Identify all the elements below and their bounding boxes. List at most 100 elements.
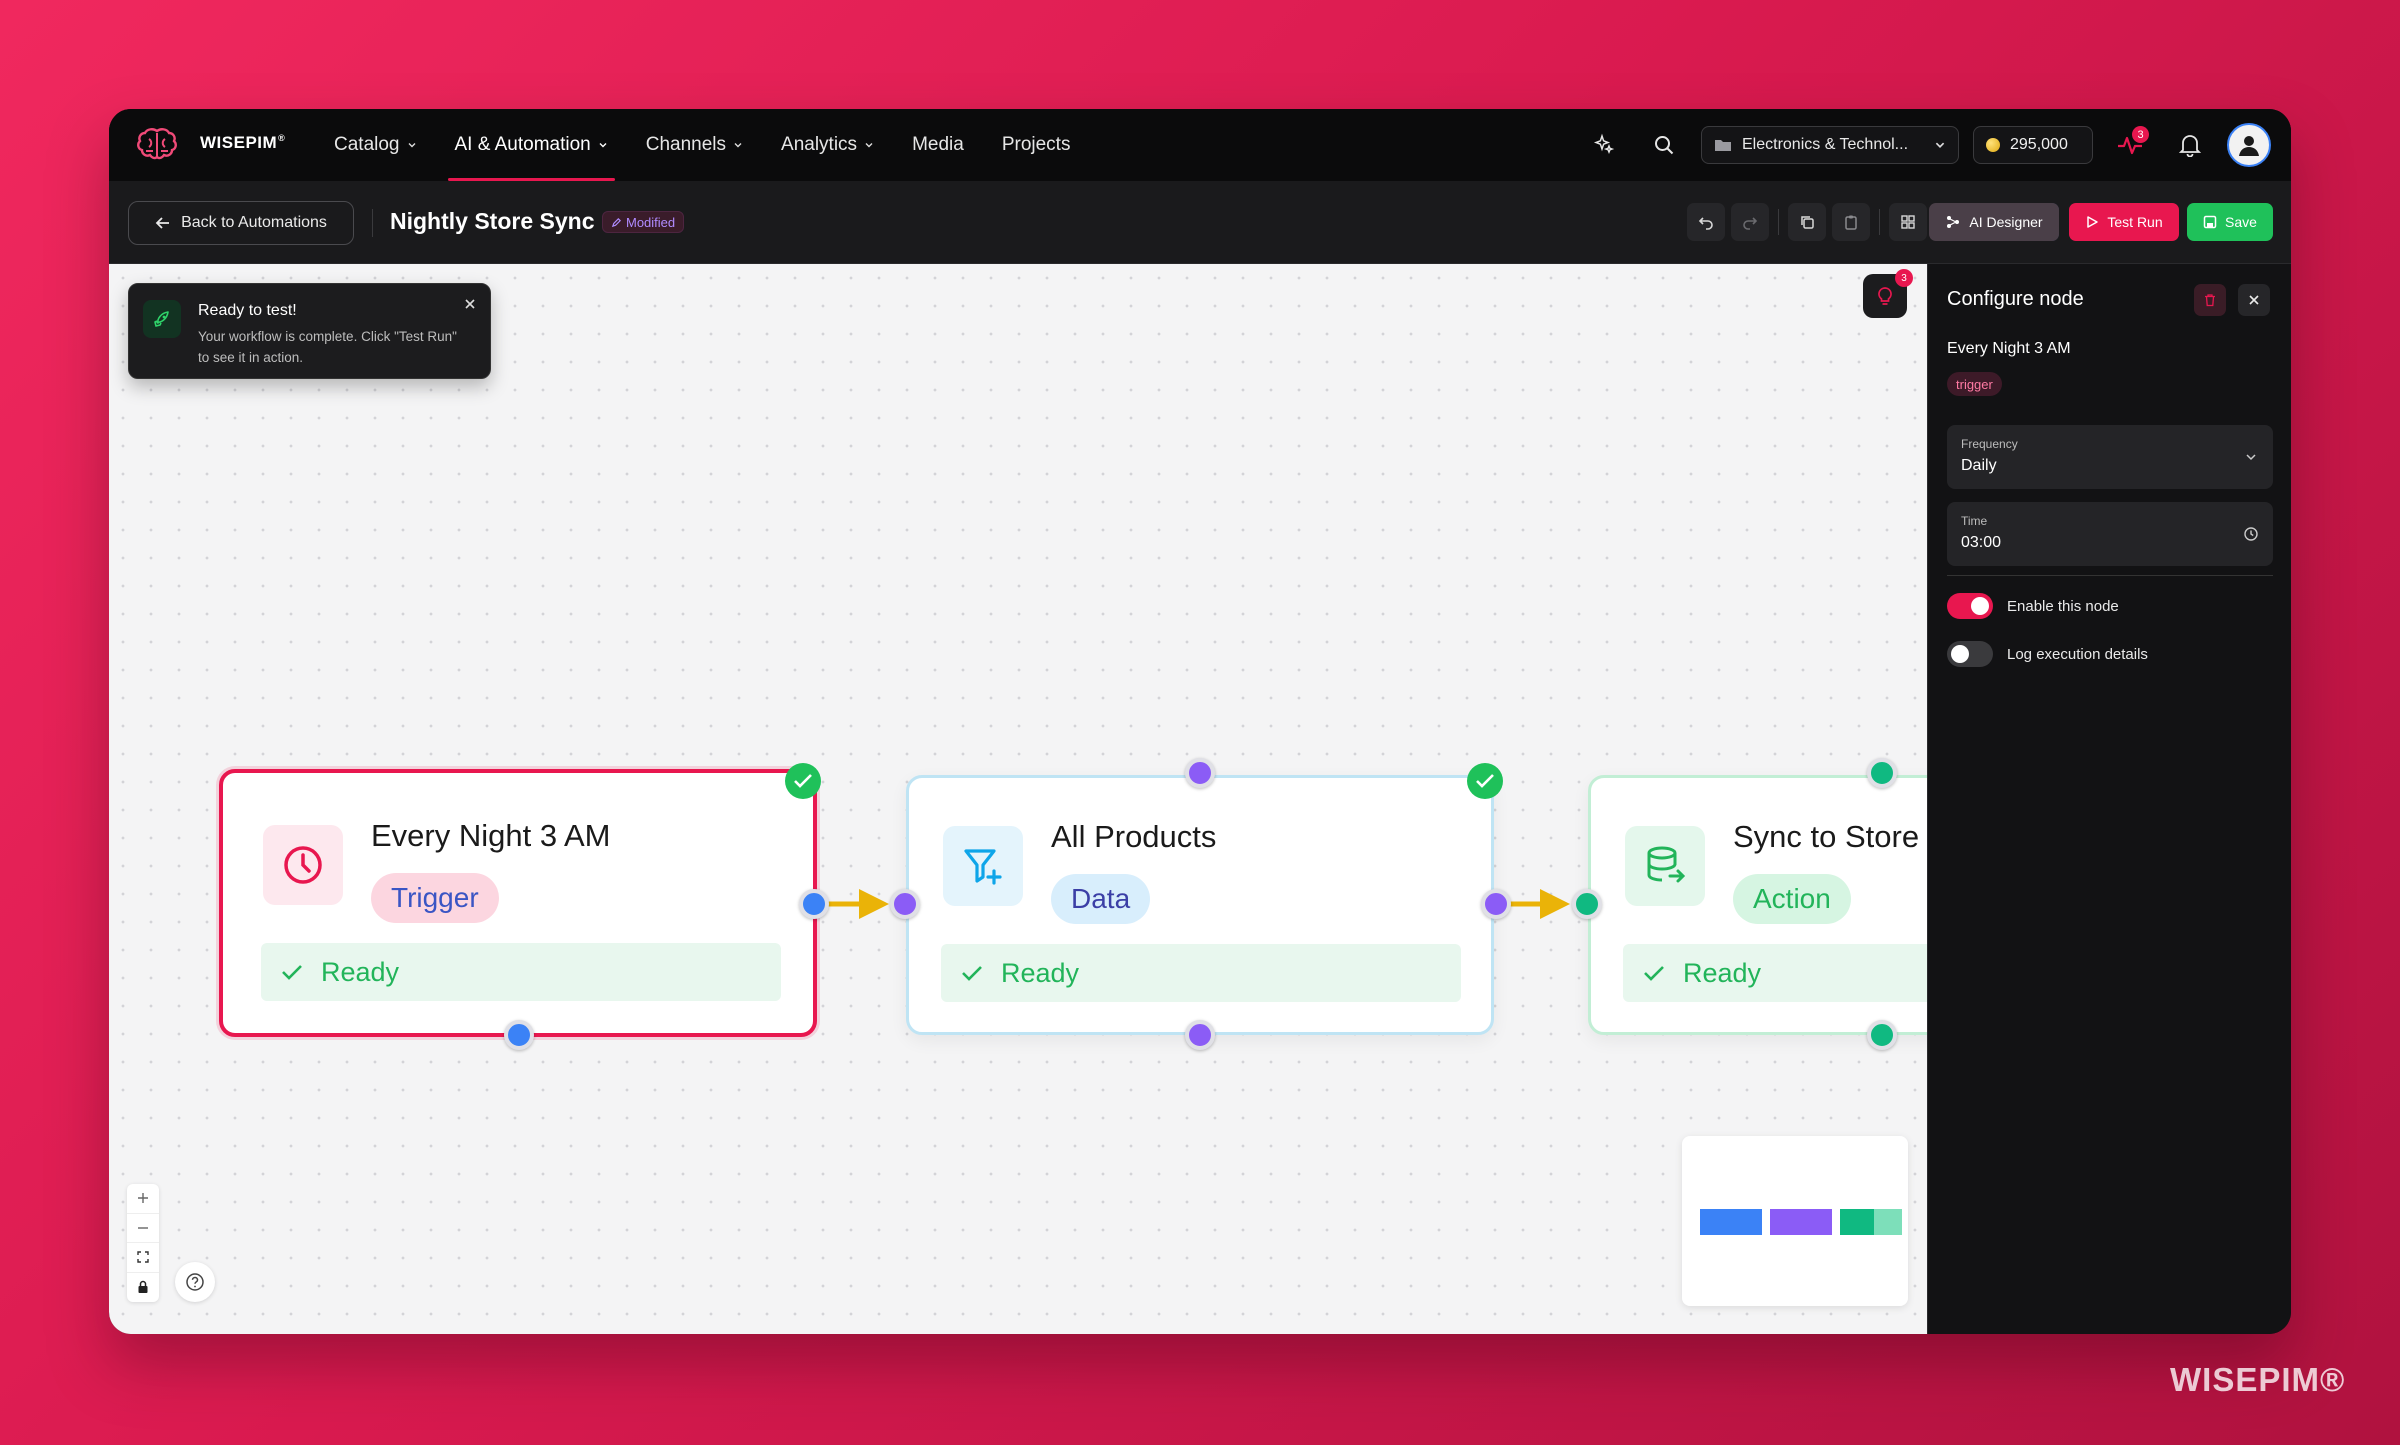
- brand-name[interactable]: WISEPIM®: [200, 133, 285, 153]
- copy-button[interactable]: [1788, 203, 1826, 241]
- node-status: Ready: [261, 943, 781, 1001]
- node-trigger[interactable]: Every Night 3 AM Trigger Ready: [219, 769, 817, 1037]
- check-icon: [962, 966, 982, 981]
- nav-analytics[interactable]: Analytics: [762, 109, 893, 181]
- redo-icon: [1743, 217, 1758, 230]
- ai-sparkle-button[interactable]: [1581, 122, 1627, 168]
- time-input[interactable]: Time 03:00: [1947, 502, 2273, 566]
- top-nav: WISEPIM® Catalog AI & Automation Channel…: [109, 109, 2291, 181]
- help-button[interactable]: [175, 1262, 215, 1302]
- log-details-row: Log execution details: [1947, 641, 2148, 667]
- enable-node-toggle[interactable]: [1947, 593, 1993, 619]
- filter-plus-icon: [943, 826, 1023, 906]
- chevron-down-icon: [865, 143, 873, 148]
- pencil-icon: [611, 217, 622, 227]
- back-to-automations-button[interactable]: Back to Automations: [128, 201, 354, 245]
- activity-button[interactable]: 3: [2107, 122, 2153, 168]
- node-success-check: [1467, 763, 1503, 799]
- nav-projects[interactable]: Projects: [983, 109, 1090, 181]
- node-title: Sync to Store: [1733, 819, 1920, 854]
- chevron-down-icon: [408, 143, 415, 148]
- fit-view-button[interactable]: [127, 1243, 159, 1273]
- search-icon: [1655, 136, 1674, 155]
- nav-catalog[interactable]: Catalog: [315, 109, 436, 181]
- store-select-value: Electronics & Technol...: [1742, 136, 1909, 153]
- app-window: WISEPIM® Catalog AI & Automation Channel…: [109, 109, 2291, 1334]
- log-details-toggle[interactable]: [1947, 641, 1993, 667]
- user-avatar[interactable]: [2227, 123, 2271, 167]
- node-action[interactable]: Sync to Store Action Ready: [1588, 775, 1927, 1035]
- grid-icon: [1901, 215, 1915, 229]
- selected-node-type: trigger: [1947, 372, 2002, 396]
- configure-node-panel: Configure node Every Night 3 AM trigger …: [1927, 264, 2291, 1334]
- brain-logo-icon[interactable]: [137, 127, 177, 163]
- node-data[interactable]: All Products Data Ready: [906, 775, 1494, 1035]
- notifications-button[interactable]: [2167, 122, 2213, 168]
- workflow-canvas[interactable]: Ready to test! Your workflow is complete…: [109, 264, 1927, 1334]
- divider: [1947, 575, 2273, 576]
- test-run-button[interactable]: Test Run: [2069, 203, 2179, 241]
- top-port[interactable]: [1867, 758, 1897, 788]
- output-port[interactable]: [799, 889, 829, 919]
- search-button[interactable]: [1641, 122, 1687, 168]
- suggestions-button[interactable]: 3: [1863, 269, 1913, 318]
- top-port[interactable]: [1185, 758, 1215, 788]
- undo-button[interactable]: [1687, 203, 1725, 241]
- play-icon: [2087, 216, 2099, 228]
- save-button[interactable]: Save: [2187, 203, 2273, 241]
- clock-icon: [2244, 527, 2258, 541]
- delete-node-button[interactable]: [2194, 284, 2226, 316]
- divider: [1879, 209, 1880, 235]
- zoom-out-button[interactable]: [127, 1214, 159, 1243]
- frequency-label: Frequency: [1961, 437, 2018, 451]
- minus-icon: [138, 1227, 148, 1229]
- arrow-left-icon: [155, 217, 170, 229]
- nav-channels[interactable]: Channels: [627, 109, 762, 181]
- main-menu: Catalog AI & Automation Channels Analyti…: [315, 109, 1089, 181]
- suggestions-badge: 3: [1895, 269, 1913, 287]
- nav-media[interactable]: Media: [893, 109, 983, 181]
- bottom-port[interactable]: [504, 1020, 534, 1050]
- ai-nodes-icon: [1947, 216, 1960, 228]
- bell-icon: [2179, 135, 2201, 157]
- minimap[interactable]: [1682, 1136, 1908, 1306]
- ai-designer-button[interactable]: AI Designer: [1929, 203, 2059, 241]
- node-status: Ready: [941, 944, 1461, 1002]
- zoom-in-button[interactable]: [127, 1184, 159, 1214]
- redo-button[interactable]: [1731, 203, 1769, 241]
- check-icon: [282, 965, 302, 980]
- bottom-port[interactable]: [1185, 1020, 1215, 1050]
- lightbulb-icon: [1878, 287, 1892, 305]
- close-icon[interactable]: [462, 296, 478, 312]
- output-port[interactable]: [1481, 889, 1511, 919]
- bottom-port[interactable]: [1867, 1020, 1897, 1050]
- minimap-node-trigger: [1700, 1209, 1762, 1235]
- lock-button[interactable]: [127, 1273, 159, 1303]
- sparkle-icon: [1593, 133, 1615, 154]
- nav-ai-automation[interactable]: AI & Automation: [436, 109, 627, 181]
- auto-layout-button[interactable]: [1889, 203, 1927, 241]
- back-label: Back to Automations: [181, 214, 327, 231]
- paste-button[interactable]: [1832, 203, 1870, 241]
- store-select[interactable]: Electronics & Technol...: [1701, 126, 1959, 164]
- folder-icon: [1715, 140, 1731, 151]
- workflow-toolbar: Back to Automations Nightly Store Sync M…: [109, 181, 2291, 264]
- workflow-title[interactable]: Nightly Store Sync: [390, 208, 594, 235]
- help-icon: [186, 1273, 204, 1291]
- rocket-icon: [143, 300, 181, 338]
- input-port[interactable]: [1572, 889, 1602, 919]
- check-icon: [1476, 774, 1494, 788]
- close-panel-button[interactable]: [2238, 284, 2270, 316]
- lock-icon: [138, 1281, 148, 1294]
- minimap-node-data: [1770, 1209, 1832, 1235]
- copy-icon: [1801, 216, 1814, 229]
- node-status: Ready: [1623, 944, 1927, 1002]
- input-port[interactable]: [890, 889, 920, 919]
- save-icon: [2203, 215, 2217, 229]
- ready-toast: Ready to test! Your workflow is complete…: [128, 283, 491, 379]
- minimap-node-action: [1840, 1209, 1902, 1235]
- enable-node-label: Enable this node: [2007, 597, 2119, 615]
- enable-node-row: Enable this node: [1947, 593, 2119, 619]
- credits-balance[interactable]: 295,000: [1973, 126, 2093, 164]
- frequency-select[interactable]: Frequency Daily: [1947, 425, 2273, 489]
